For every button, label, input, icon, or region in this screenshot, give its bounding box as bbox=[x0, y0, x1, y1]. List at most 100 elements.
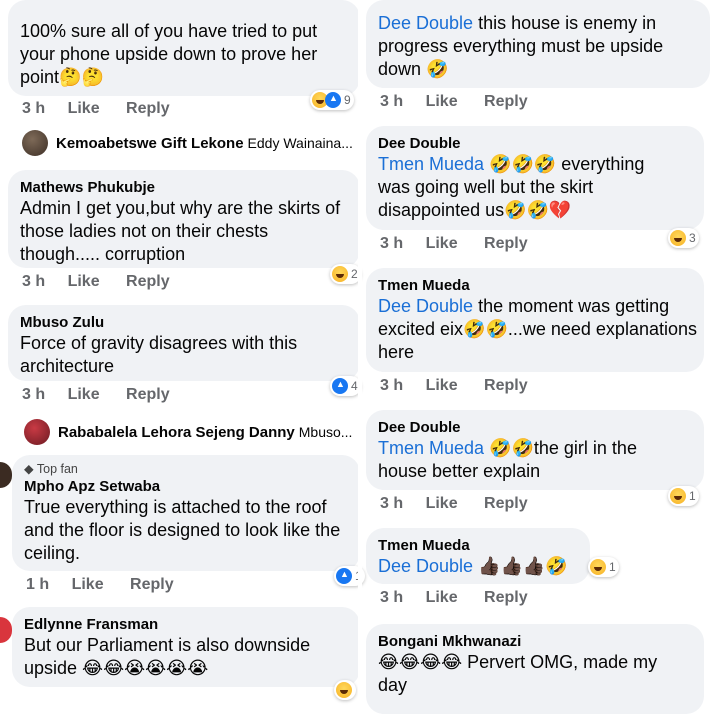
like-button[interactable]: Like bbox=[426, 93, 458, 110]
like-reaction-icon bbox=[325, 92, 341, 108]
reply-button[interactable]: Reply bbox=[130, 576, 174, 593]
reply-preview: Mbuso... bbox=[298, 424, 353, 440]
diamond-icon: ◆ bbox=[24, 462, 34, 476]
reaction-count: 9 bbox=[344, 93, 351, 107]
like-reaction-icon bbox=[336, 568, 352, 584]
like-button[interactable]: Like bbox=[68, 100, 100, 117]
reply-button[interactable]: Reply bbox=[484, 377, 528, 394]
avatar bbox=[0, 462, 12, 488]
reply-author: Rababalela Lehora Sejeng Danny bbox=[58, 423, 295, 441]
mention-link[interactable]: Dee Double bbox=[378, 556, 473, 576]
reaction-summary[interactable]: 1 bbox=[668, 486, 699, 506]
reaction-summary[interactable]: 3 bbox=[668, 228, 699, 248]
comment-text: Dee Double 👍🏿👍🏿👍🏿🤣 bbox=[378, 556, 568, 576]
reply-preview: Eddy Wainaina... bbox=[247, 135, 353, 151]
comment-text: True everything is attached to the roof … bbox=[24, 497, 341, 563]
reply-button[interactable]: Reply bbox=[126, 273, 170, 290]
mention-link[interactable]: Tmen Mueda bbox=[378, 154, 484, 174]
comment-author[interactable]: Bongani Mkhwanazi bbox=[378, 632, 692, 651]
comment-author[interactable]: Mathews Phukubje bbox=[20, 178, 348, 197]
reaction-summary[interactable] bbox=[334, 680, 356, 700]
comment-time[interactable]: 3 h bbox=[380, 495, 403, 512]
reply-button[interactable]: Reply bbox=[126, 100, 170, 117]
reply-button[interactable]: Reply bbox=[484, 235, 528, 252]
haha-reaction-icon bbox=[670, 488, 686, 504]
comment-bubble: Bongani Mkhwanazi 😂😂😂😂 Pervert OMG, made… bbox=[366, 624, 704, 714]
comment-bubble: 100% sure all of you have tried to put y… bbox=[8, 0, 360, 96]
reaction-count: 4 bbox=[351, 379, 358, 393]
comment-actions: 3 h Like Reply bbox=[22, 386, 192, 404]
comment-author[interactable]: Edlynne Fransman bbox=[24, 615, 348, 634]
comment-time[interactable]: 3 h bbox=[380, 589, 403, 606]
comment-text: 100% sure all of you have tried to put y… bbox=[20, 21, 318, 87]
comment-actions: 3 h Like Reply bbox=[380, 235, 550, 253]
reply-button[interactable]: Reply bbox=[126, 386, 170, 403]
like-reaction-icon bbox=[332, 378, 348, 394]
comment-actions: 3 h Like Reply bbox=[380, 93, 550, 111]
reply-thread-row[interactable]: Rababalela Lehora Sejeng Danny Mbuso... bbox=[24, 419, 352, 445]
comment-text: But our Parliament is also downside upsi… bbox=[24, 635, 311, 678]
comment-author[interactable]: Mpho Apz Setwaba bbox=[24, 477, 348, 496]
comment-bubble: Mbuso Zulu Force of gravity disagrees wi… bbox=[8, 305, 360, 381]
avatar bbox=[22, 130, 48, 156]
comment-actions: 3 h Like Reply bbox=[22, 100, 192, 118]
reply-button[interactable]: Reply bbox=[484, 589, 528, 606]
like-button[interactable]: Like bbox=[68, 386, 100, 403]
reply-button[interactable]: Reply bbox=[484, 495, 528, 512]
reaction-summary[interactable]: 4 bbox=[330, 376, 361, 396]
like-button[interactable]: Like bbox=[72, 576, 104, 593]
comment-bubble: Dee Double Tmen Mueda 🤣🤣🤣 everything was… bbox=[366, 126, 704, 230]
comment-bubble: Mathews Phukubje Admin I get you,but why… bbox=[8, 170, 360, 268]
like-button[interactable]: Like bbox=[68, 273, 100, 290]
comment-time[interactable]: 3 h bbox=[380, 93, 403, 110]
like-button[interactable]: Like bbox=[426, 495, 458, 512]
comment-text: Tmen Mueda 🤣🤣the girl in the house bette… bbox=[378, 438, 637, 481]
comment-text: Admin I get you,but why are the skirts o… bbox=[20, 198, 341, 264]
comment-bubble: Dee Double this house is enemy in progre… bbox=[366, 0, 710, 88]
reply-button[interactable]: Reply bbox=[484, 93, 528, 110]
avatar bbox=[0, 617, 12, 643]
comment-text: Dee Double the moment was getting excite… bbox=[378, 296, 697, 362]
comment-bubble: Tmen Mueda Dee Double 👍🏿👍🏿👍🏿🤣 bbox=[366, 528, 590, 584]
like-button[interactable]: Like bbox=[426, 589, 458, 606]
comment-actions: 3 h Like Reply bbox=[380, 377, 550, 395]
comment-time[interactable]: 1 h bbox=[26, 576, 49, 593]
column-divider bbox=[358, 0, 362, 720]
reaction-count: 3 bbox=[689, 231, 696, 245]
haha-reaction-icon bbox=[332, 266, 348, 282]
comment-bubble: Dee Double Tmen Mueda 🤣🤣the girl in the … bbox=[366, 410, 704, 490]
reaction-count: 1 bbox=[689, 489, 696, 503]
reaction-summary[interactable]: 9 bbox=[310, 90, 354, 110]
comment-actions: 3 h Like Reply bbox=[22, 273, 192, 291]
comment-author[interactable]: Dee Double bbox=[378, 418, 692, 437]
comment-time[interactable]: 3 h bbox=[22, 273, 45, 290]
reaction-summary[interactable]: 1 bbox=[588, 557, 619, 577]
mention-link[interactable]: Dee Double bbox=[378, 13, 473, 33]
reaction-count: 1 bbox=[609, 560, 616, 574]
comment-actions: 1 h Like Reply bbox=[26, 576, 196, 594]
comment-text: Tmen Mueda 🤣🤣🤣 everything was going well… bbox=[378, 154, 645, 220]
reaction-count: 2 bbox=[351, 267, 358, 281]
mention-link[interactable]: Tmen Mueda bbox=[378, 438, 484, 458]
comment-author[interactable]: Tmen Mueda bbox=[378, 536, 578, 555]
comment-text: Force of gravity disagrees with this arc… bbox=[20, 333, 298, 376]
comment-author[interactable]: Tmen Mueda bbox=[378, 276, 692, 295]
avatar bbox=[24, 419, 50, 445]
comment-time[interactable]: 3 h bbox=[22, 100, 45, 117]
top-fan-badge: ◆ Top fan bbox=[24, 462, 78, 476]
mention-link[interactable]: Dee Double bbox=[378, 296, 473, 316]
like-button[interactable]: Like bbox=[426, 377, 458, 394]
haha-reaction-icon bbox=[590, 559, 606, 575]
haha-reaction-icon bbox=[670, 230, 686, 246]
reply-thread-row[interactable]: Kemoabetswe Gift Lekone Eddy Wainaina... bbox=[22, 130, 353, 156]
comment-author[interactable]: Mbuso Zulu bbox=[20, 313, 348, 332]
comment-author[interactable]: Dee Double bbox=[378, 134, 692, 153]
comment-text: Dee Double this house is enemy in progre… bbox=[378, 13, 664, 79]
comment-time[interactable]: 3 h bbox=[380, 377, 403, 394]
comment-time[interactable]: 3 h bbox=[380, 235, 403, 252]
comment-time[interactable]: 3 h bbox=[22, 386, 45, 403]
reaction-summary[interactable]: 2 bbox=[330, 264, 361, 284]
like-button[interactable]: Like bbox=[426, 235, 458, 252]
haha-reaction-icon bbox=[336, 682, 352, 698]
comment-text: 😂😂😂😂 Pervert OMG, made my day bbox=[378, 652, 658, 695]
